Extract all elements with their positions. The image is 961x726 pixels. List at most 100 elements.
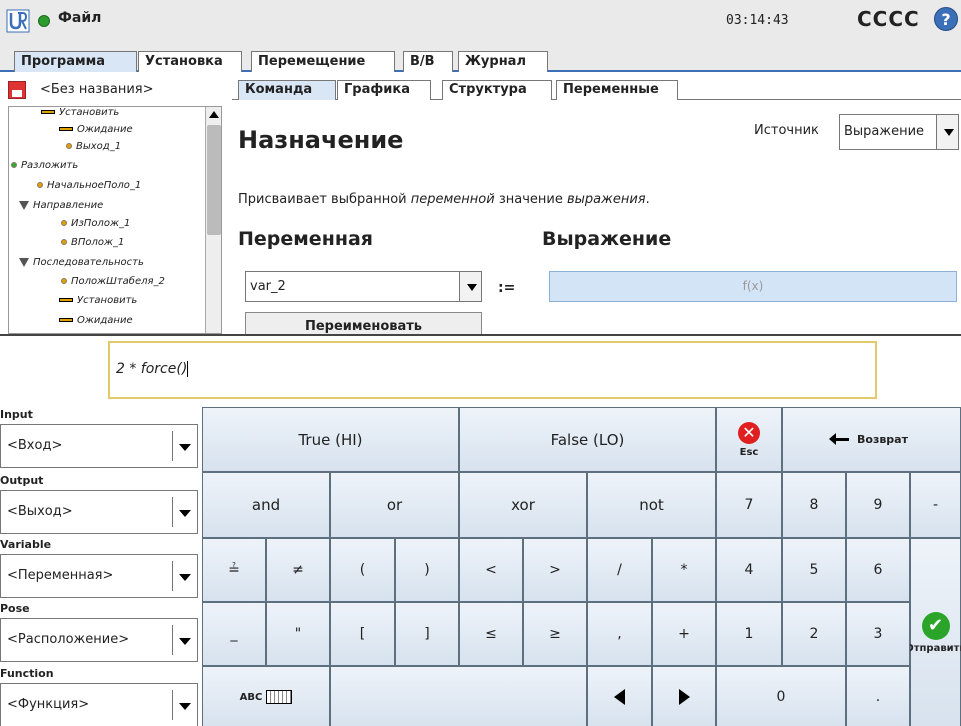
wait-bar-icon (59, 127, 73, 131)
true-key[interactable]: True (HI) (202, 407, 459, 472)
page-title: Назначение (238, 126, 404, 154)
tree-item[interactable]: Установить (59, 295, 137, 306)
multiply-key[interactable]: * (652, 538, 716, 602)
tab-program[interactable]: Программа (14, 51, 137, 72)
tab-installation[interactable]: Установка (138, 51, 242, 72)
cursor-right-key[interactable] (652, 666, 716, 726)
and-key[interactable]: and (202, 472, 330, 538)
greater-than-key[interactable]: > (523, 538, 587, 602)
tree-item[interactable]: Последовательность (19, 257, 144, 268)
less-than-key[interactable]: < (459, 538, 523, 602)
robot-name: CCCC (857, 7, 920, 31)
less-equal-key[interactable]: ≤ (459, 602, 523, 666)
wait-bar-icon (59, 318, 73, 322)
or-key[interactable]: or (330, 472, 459, 538)
tree-item[interactable]: Направление (19, 200, 103, 211)
assign-operator: := (498, 280, 516, 296)
minus-key[interactable]: - (910, 472, 961, 538)
key-5[interactable]: 5 (782, 538, 846, 602)
variable-select[interactable]: var_2 (245, 271, 482, 302)
variable-insert-select[interactable]: <Переменная> (0, 554, 198, 598)
underscore-key[interactable]: _ (202, 602, 266, 666)
file-menu[interactable]: Файл (58, 10, 101, 26)
key-0[interactable]: 0 (716, 666, 846, 726)
divide-key[interactable]: / (587, 538, 652, 602)
xor-key[interactable]: xor (459, 472, 587, 538)
rename-button[interactable]: Переименовать (245, 312, 482, 334)
tab-variables[interactable]: Переменные (556, 80, 678, 100)
right-bracket-key[interactable]: ] (395, 602, 459, 666)
right-paren-key[interactable]: ) (395, 538, 459, 602)
tree-item[interactable]: ИзПолож_1 (61, 218, 130, 229)
expression-input[interactable]: 2 * force() (108, 341, 877, 399)
save-icon[interactable] (8, 81, 26, 99)
chevron-down-icon (179, 574, 191, 581)
tree-item[interactable]: Установить (41, 107, 119, 118)
key-9[interactable]: 9 (846, 472, 910, 538)
tree-item[interactable]: ВПолож_1 (61, 237, 124, 248)
not-equals-key[interactable]: ≠ (266, 538, 330, 602)
key-4[interactable]: 4 (716, 538, 782, 602)
tab-structure[interactable]: Структура (442, 80, 552, 100)
waypoint-dot-icon (66, 143, 72, 149)
scroll-up-icon[interactable] (209, 111, 219, 118)
false-key[interactable]: False (LO) (459, 407, 716, 472)
dot-key[interactable]: . (846, 666, 910, 726)
left-bracket-key[interactable]: [ (330, 602, 395, 666)
clock: 03:14:43 (726, 13, 789, 28)
tree-item[interactable]: Разложить (11, 160, 78, 171)
left-paren-key[interactable]: ( (330, 538, 395, 602)
comma-key[interactable]: , (587, 602, 652, 666)
key-3[interactable]: 3 (846, 602, 910, 666)
pose-select[interactable]: <Расположение> (0, 618, 198, 662)
key-2[interactable]: 2 (782, 602, 846, 666)
tree-scrollbar[interactable] (205, 107, 221, 333)
input-select[interactable]: <Вход> (0, 424, 198, 468)
esc-key[interactable]: ✕ Esc (716, 407, 782, 472)
backspace-key[interactable]: Возврат (782, 407, 961, 472)
set-bar-icon (41, 110, 55, 114)
output-select[interactable]: <Выход> (0, 490, 198, 534)
equals-key[interactable]: ≟ (202, 538, 266, 602)
scroll-thumb[interactable] (207, 125, 221, 235)
space-key[interactable] (330, 666, 587, 726)
chevron-down-icon (944, 129, 954, 136)
key-8[interactable]: 8 (782, 472, 846, 538)
submit-key[interactable]: ✔ Отправить (905, 538, 961, 726)
variable-label: Variable (0, 538, 52, 551)
tab-command[interactable]: Команда (238, 80, 336, 100)
not-key[interactable]: not (587, 472, 716, 538)
chevron-down-icon (179, 510, 191, 517)
key-1[interactable]: 1 (716, 602, 782, 666)
robot-status-icon (38, 15, 50, 27)
tab-io[interactable]: В/В (403, 51, 453, 72)
function-select[interactable]: <Функция> (0, 683, 198, 726)
tree-item[interactable]: НачальноеПоло_1 (37, 180, 141, 191)
plus-key[interactable]: + (652, 602, 716, 666)
tree-item[interactable]: Ожидание (59, 315, 133, 326)
sequence-icon (19, 257, 29, 267)
tree-item[interactable]: Выход_1 (66, 141, 121, 152)
greater-equal-key[interactable]: ≥ (523, 602, 587, 666)
tab-log[interactable]: Журнал (458, 51, 548, 72)
checkmark-icon: ✔ (921, 612, 950, 640)
chevron-down-icon (179, 638, 191, 645)
tab-move[interactable]: Перемещение (251, 51, 395, 72)
tab-graphics[interactable]: Графика (337, 80, 431, 100)
tree-item[interactable]: ПоложШтабеля_2 (61, 276, 165, 287)
source-select[interactable]: Выражение (839, 114, 959, 150)
chevron-down-icon (179, 703, 191, 710)
key-7[interactable]: 7 (716, 472, 782, 538)
cursor-left-key[interactable] (587, 666, 652, 726)
tree-item[interactable]: Ожидание (59, 124, 133, 135)
expression-heading: Выражение (542, 228, 672, 250)
keyboard-icon (266, 690, 293, 704)
help-icon[interactable]: ? (934, 7, 958, 31)
command-description: Присваивает выбранной переменной значени… (238, 192, 650, 207)
key-6[interactable]: 6 (846, 538, 910, 602)
abc-keyboard-key[interactable]: ABC (202, 666, 330, 726)
program-tree[interactable]: Установить Ожидание Выход_1 Разложить На… (8, 106, 222, 334)
text-caret (187, 361, 189, 377)
expression-field[interactable]: f(x) (549, 271, 957, 302)
quote-key[interactable]: " (266, 602, 330, 666)
